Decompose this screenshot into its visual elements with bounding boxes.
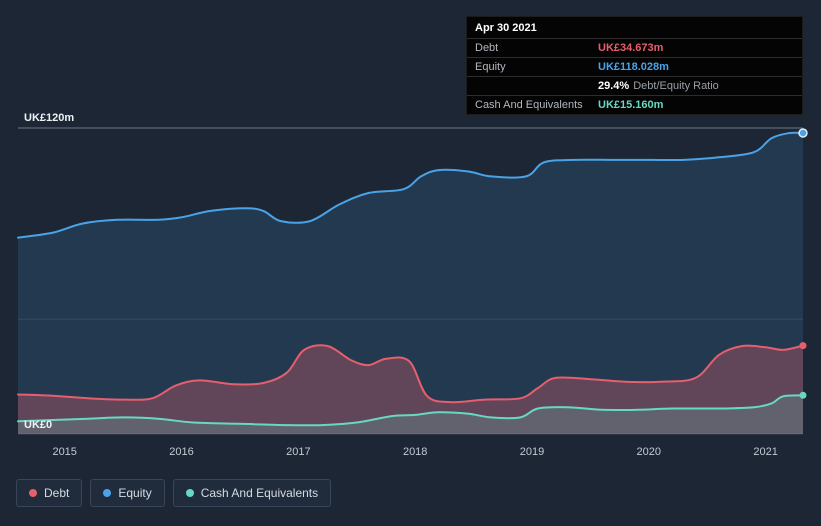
tooltip-cash-value: UK£15.160m: [598, 99, 664, 111]
x-tick-label-2021: 2021: [753, 446, 778, 458]
y-axis-label-top: UK£120m: [24, 112, 75, 124]
chart-legend: Debt Equity Cash And Equivalents: [16, 479, 332, 507]
tooltip-date: Apr 30 2021: [475, 22, 537, 34]
x-tick-label-2018: 2018: [402, 446, 428, 458]
legend-label: Cash And Equivalents: [200, 486, 319, 500]
x-tick-label-2017: 2017: [286, 446, 311, 458]
chart-tooltip: Apr 30 2021 Debt UK£34.673m Equity UK£11…: [466, 16, 803, 115]
legend-dot-icon: [29, 489, 37, 497]
tooltip-ratio-row: 29.4% Debt/Equity Ratio: [467, 76, 802, 95]
tooltip-equity-row: Equity UK£118.028m: [467, 57, 802, 76]
x-tick-label-2015: 2015: [52, 446, 77, 458]
tooltip-debt-value: UK£34.673m: [598, 42, 664, 54]
tooltip-equity-label: Equity: [475, 61, 506, 73]
legend-dot-icon: [185, 489, 194, 497]
debt-equity-chart-panel: Apr 30 2021 Debt UK£34.673m Equity UK£11…: [0, 0, 821, 526]
legend-toggle-cash-and-equivalents[interactable]: Cash And Equivalents: [172, 479, 332, 507]
x-tick-label-2019: 2019: [519, 446, 545, 458]
legend-dot-icon: [103, 489, 112, 497]
x-tick-label-2020: 2020: [636, 446, 662, 458]
equity-latest-point-marker: [798, 128, 808, 138]
tooltip-debt-row: Debt UK£34.673m: [467, 38, 802, 57]
debt-latest-point-marker: [799, 342, 807, 350]
tooltip-cash-label: Cash And Equivalents: [475, 99, 583, 111]
legend-toggle-equity[interactable]: Equity: [90, 479, 165, 507]
tooltip-ratio-value: 29.4% Debt/Equity Ratio: [598, 80, 719, 92]
legend-toggle-debt[interactable]: Debt: [16, 479, 83, 507]
cash-and-equivalents-latest-point-marker: [799, 391, 807, 399]
y-axis-label-bottom: UK£0: [24, 419, 53, 431]
tooltip-equity-value: UK£118.028m: [598, 61, 669, 73]
legend-label: Equity: [118, 486, 152, 500]
tooltip-debt-label: Debt: [475, 42, 499, 54]
x-tick-label-2016: 2016: [169, 446, 194, 458]
tooltip-cash-row: Cash And Equivalents UK£15.160m: [467, 95, 802, 114]
legend-label: Debt: [44, 486, 70, 500]
